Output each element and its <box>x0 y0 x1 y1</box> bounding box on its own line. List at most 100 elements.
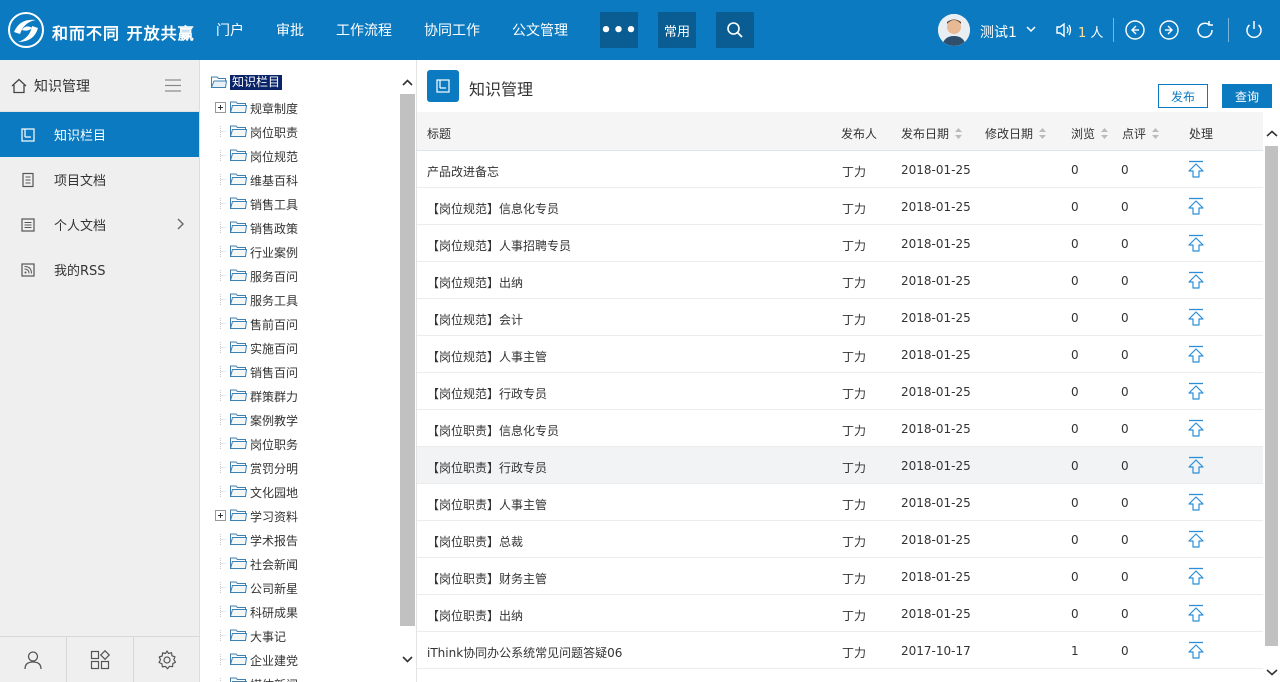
row-title[interactable]: 【岗位职责】信息化专员 <box>427 422 559 439</box>
table-row[interactable]: 【岗位规范】信息化专员 丁力 2018-01-25 0 0 <box>417 188 1263 225</box>
sidebar-item-personal-docs[interactable]: 个人文档 <box>0 202 199 247</box>
power-icon[interactable] <box>1243 19 1265 41</box>
scroll-down-icon[interactable] <box>402 654 413 664</box>
profile-button[interactable] <box>0 637 67 682</box>
row-comments: 0 <box>1121 570 1129 584</box>
sidebar-item-knowledge-column[interactable]: 知识栏目 <box>0 112 199 157</box>
sidebar-item-label: 知识栏目 <box>54 129 107 144</box>
row-title[interactable]: 【岗位规范】人事招聘专员 <box>427 237 571 254</box>
row-views: 0 <box>1071 533 1079 547</box>
row-comments: 0 <box>1121 311 1129 325</box>
scroll-up-icon[interactable] <box>402 78 413 88</box>
column-header-publisher[interactable]: 发布人 <box>841 125 877 142</box>
forward-icon[interactable] <box>1158 19 1180 41</box>
speaker-icon[interactable] <box>1054 20 1074 40</box>
table-row[interactable]: 【岗位规范】会计 丁力 2018-01-25 0 0 <box>417 299 1263 336</box>
column-header-views[interactable]: 浏览 <box>1071 125 1109 142</box>
table-row[interactable]: 【岗位规范】行政专员 丁力 2018-01-25 0 0 <box>417 373 1263 410</box>
expand-icon[interactable] <box>215 102 226 113</box>
tree-scrollbar[interactable] <box>400 76 415 682</box>
table-row[interactable]: 【岗位职责】出纳 丁力 2018-01-25 0 0 <box>417 595 1263 632</box>
pin-top-icon[interactable] <box>1187 271 1205 289</box>
tree-connector <box>220 222 226 233</box>
scroll-down-icon[interactable] <box>1266 667 1278 677</box>
sidebar-item-my-rss[interactable]: 我的RSS <box>0 247 199 292</box>
row-title[interactable]: 【岗位职责】出纳 <box>427 607 523 624</box>
search-button[interactable] <box>716 12 754 48</box>
username[interactable]: 测试1 <box>980 22 1017 42</box>
nav-item-collaboration[interactable]: 协同工作 <box>408 20 496 40</box>
rss-icon <box>21 262 35 277</box>
row-publisher: 丁力 <box>842 461 867 475</box>
expand-icon[interactable] <box>215 510 226 521</box>
row-title[interactable]: iThink协同办公系统常见问题答疑06 <box>427 644 622 661</box>
row-title[interactable]: 【岗位规范】会计 <box>427 311 523 328</box>
back-icon[interactable] <box>1124 19 1146 41</box>
row-title[interactable]: 【岗位规范】行政专员 <box>427 385 547 402</box>
folder-icon <box>230 581 247 593</box>
tree-scrollbar-thumb[interactable] <box>400 94 415 626</box>
table-row[interactable]: 产品改进备忘 丁力 2018-01-25 0 0 <box>417 151 1263 188</box>
row-title[interactable]: 【岗位职责】总裁 <box>427 533 523 550</box>
pin-top-icon[interactable] <box>1187 604 1205 622</box>
sort-icon[interactable] <box>1152 128 1160 139</box>
refresh-icon[interactable] <box>1194 19 1216 41</box>
sort-icon[interactable] <box>1039 128 1047 139</box>
table-row[interactable]: 【岗位职责】人事主管 丁力 2018-01-25 0 0 <box>417 484 1263 521</box>
row-title[interactable]: 【岗位职责】人事主管 <box>427 496 547 513</box>
hamburger-menu-icon[interactable] <box>165 79 181 92</box>
sort-icon[interactable] <box>955 128 963 139</box>
table-row[interactable]: 【岗位职责】行政专员 丁力 2018-01-25 0 0 <box>417 447 1263 484</box>
column-header-comments[interactable]: 点评 <box>1122 125 1160 142</box>
main-scrollbar-thumb[interactable] <box>1265 146 1278 646</box>
row-title[interactable]: 【岗位职责】财务主管 <box>427 570 547 587</box>
nav-item-portal[interactable]: 门户 <box>200 20 260 40</box>
apps-button[interactable] <box>67 637 134 682</box>
column-header-publish-date[interactable]: 发布日期 <box>901 125 963 142</box>
avatar[interactable] <box>938 14 970 46</box>
row-title[interactable]: 【岗位规范】人事主管 <box>427 348 547 365</box>
table-row[interactable]: 【岗位规范】人事招聘专员 丁力 2018-01-25 0 0 <box>417 225 1263 262</box>
table-row[interactable]: 【岗位职责】总裁 丁力 2018-01-25 0 0 <box>417 521 1263 558</box>
query-button[interactable]: 查询 <box>1222 84 1272 108</box>
pin-top-icon[interactable] <box>1187 308 1205 326</box>
pin-top-icon[interactable] <box>1187 567 1205 585</box>
pin-top-icon[interactable] <box>1187 530 1205 548</box>
tree-node-label: 赏罚分明 <box>250 462 299 476</box>
settings-button[interactable] <box>134 637 200 682</box>
scroll-up-icon[interactable] <box>1266 129 1278 139</box>
pin-top-icon[interactable] <box>1187 641 1205 659</box>
pin-top-icon[interactable] <box>1187 382 1205 400</box>
sidebar-item-project-docs[interactable]: 项目文档 <box>0 157 199 202</box>
pin-top-icon[interactable] <box>1187 197 1205 215</box>
nav-item-documents[interactable]: 公文管理 <box>496 20 584 40</box>
pin-top-icon[interactable] <box>1187 456 1205 474</box>
pin-top-icon[interactable] <box>1187 345 1205 363</box>
table-row[interactable]: 【岗位规范】人事主管 丁力 2018-01-25 0 0 <box>417 336 1263 373</box>
table-row[interactable]: iThink协同办公系统常见问题答疑06 丁力 2017-10-17 1 0 <box>417 632 1263 669</box>
chevron-down-icon[interactable] <box>1025 22 1037 36</box>
nav-item-approval[interactable]: 审批 <box>260 20 320 40</box>
tree-root[interactable]: 知识栏目 <box>211 74 283 90</box>
home-icon[interactable] <box>10 77 28 95</box>
table-row[interactable]: 【岗位规范】出纳 丁力 2018-01-25 0 0 <box>417 262 1263 299</box>
main-scrollbar[interactable] <box>1263 124 1280 682</box>
row-publisher: 丁力 <box>842 313 867 327</box>
row-title[interactable]: 【岗位规范】出纳 <box>427 274 523 291</box>
nav-item-workflow[interactable]: 工作流程 <box>320 20 408 40</box>
sort-icon[interactable] <box>1101 128 1109 139</box>
column-header-modify-date[interactable]: 修改日期 <box>985 125 1047 142</box>
pin-top-icon[interactable] <box>1187 419 1205 437</box>
pin-top-icon[interactable] <box>1187 160 1205 178</box>
row-title[interactable]: 【岗位职责】行政专员 <box>427 459 547 476</box>
table-row[interactable]: 【岗位职责】财务主管 丁力 2018-01-25 0 0 <box>417 558 1263 595</box>
publish-button[interactable]: 发布 <box>1158 84 1208 108</box>
pin-top-icon[interactable] <box>1187 234 1205 252</box>
table-row[interactable]: 【岗位职责】信息化专员 丁力 2018-01-25 0 0 <box>417 410 1263 447</box>
common-button[interactable]: 常用 <box>658 12 696 48</box>
row-title[interactable]: 【岗位规范】信息化专员 <box>427 200 559 217</box>
row-title[interactable]: 产品改进备忘 <box>427 163 499 180</box>
column-header-title[interactable]: 标题 <box>427 125 451 142</box>
more-menu-button[interactable]: ••• <box>600 12 638 48</box>
pin-top-icon[interactable] <box>1187 493 1205 511</box>
